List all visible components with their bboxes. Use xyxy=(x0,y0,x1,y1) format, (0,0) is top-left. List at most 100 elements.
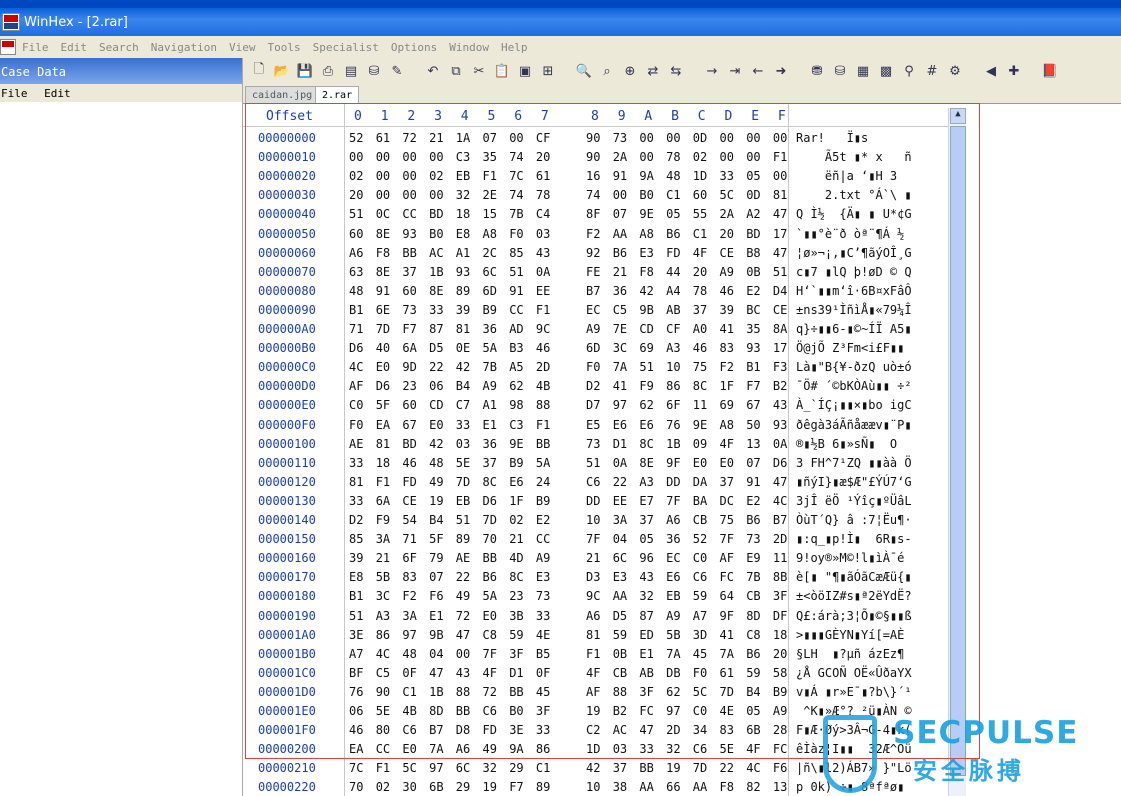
hex-byte[interactable]: 58 xyxy=(773,666,787,680)
print-icon[interactable]: ⎙ xyxy=(320,63,336,79)
hex-byte[interactable]: 44 xyxy=(666,265,680,279)
hex-byte[interactable]: 0A xyxy=(613,456,627,470)
copy-icon[interactable]: ⧉ xyxy=(448,63,464,79)
hex-byte[interactable]: CE xyxy=(720,246,734,260)
ascii-text[interactable]: 3 FH^7¹ZQ ▮▮àà Ö xyxy=(796,456,912,470)
hex-byte[interactable]: BC xyxy=(746,303,760,317)
hex-byte[interactable]: 29 xyxy=(456,780,470,794)
hex-byte[interactable]: 59 xyxy=(509,628,523,642)
hex-byte[interactable]: A1 xyxy=(483,398,497,412)
hex-byte[interactable]: DB xyxy=(666,666,680,680)
ascii-text[interactable]: ±<òöIZ#s▮ª2ëYdË? xyxy=(796,589,912,603)
back-arrow-icon[interactable]: ← xyxy=(750,63,766,79)
hex-byte[interactable]: 9C xyxy=(536,322,550,336)
menu-search[interactable]: Search xyxy=(93,41,145,54)
row-offset[interactable]: 000000C0 xyxy=(258,360,316,374)
ascii-text[interactable]: Ã5t ▮* x ñ xyxy=(796,150,912,164)
hex-byte[interactable]: B1 xyxy=(349,589,363,603)
hex-byte[interactable]: 78 xyxy=(693,284,707,298)
hex-byte[interactable]: 00 xyxy=(613,188,627,202)
hex-row[interactable]: 00000110 33 18 46 48 5E 37 B9 5A 51 0A 8E 9F E0 E0 07 D6… xyxy=(243,453,948,472)
tab-2-rar[interactable]: 2.rar xyxy=(315,86,360,105)
hex-byte[interactable]: 97 xyxy=(429,761,443,775)
hex-byte[interactable]: 72 xyxy=(483,685,497,699)
hex-byte[interactable]: D8 xyxy=(456,723,470,737)
hex-byte[interactable]: 05 xyxy=(746,169,760,183)
hex-byte[interactable]: 22 xyxy=(613,475,627,489)
row-offset[interactable]: 00000040 xyxy=(258,207,316,221)
hex-byte[interactable]: 9A xyxy=(639,169,653,183)
hex-byte[interactable]: 38 xyxy=(613,780,627,794)
hex-byte[interactable]: 8B xyxy=(773,570,787,584)
hex-byte[interactable]: 37 xyxy=(483,456,497,470)
ascii-text[interactable]: ëñ|a ‘▮H 3 xyxy=(796,169,897,183)
hex-byte[interactable]: 1B xyxy=(429,265,443,279)
hex-byte[interactable]: C1 xyxy=(693,227,707,241)
cut-icon[interactable]: ✂ xyxy=(471,63,487,79)
hex-byte[interactable]: 75 xyxy=(720,513,734,527)
hex-byte[interactable]: 03 xyxy=(456,437,470,451)
hex-byte[interactable]: 00 xyxy=(429,150,443,164)
hex-byte[interactable]: B0 xyxy=(509,704,523,718)
hex-byte[interactable]: FE xyxy=(586,265,600,279)
hex-byte[interactable]: FC xyxy=(773,742,787,756)
hex-byte[interactable]: 32 xyxy=(483,761,497,775)
undo-icon[interactable]: ↶ xyxy=(425,63,441,79)
hex-byte[interactable]: E0 xyxy=(376,360,390,374)
hex-byte[interactable]: 93 xyxy=(456,265,470,279)
hex-byte[interactable]: 35 xyxy=(746,322,760,336)
hex-byte[interactable]: 4F xyxy=(720,437,734,451)
hex-byte[interactable]: 96 xyxy=(639,551,653,565)
row-offset[interactable]: 00000000 xyxy=(258,131,316,145)
hex-byte[interactable]: CC xyxy=(536,532,550,546)
hex-byte[interactable]: 83 xyxy=(720,341,734,355)
hex-byte[interactable]: F7 xyxy=(402,322,416,336)
hex-byte[interactable]: B0 xyxy=(639,188,653,202)
row-offset[interactable]: 00000220 xyxy=(258,780,316,794)
hex-byte[interactable]: 4E xyxy=(720,704,734,718)
row-offset[interactable]: 00000090 xyxy=(258,303,316,317)
hex-byte[interactable]: 03 xyxy=(536,227,550,241)
hex-byte[interactable]: B5 xyxy=(536,647,550,661)
hex-byte[interactable]: 8D xyxy=(429,704,443,718)
hex-byte[interactable]: 8D xyxy=(746,609,760,623)
hex-byte[interactable]: 22 xyxy=(720,761,734,775)
hex-byte[interactable]: 48 xyxy=(402,647,416,661)
hex-byte[interactable]: B7 xyxy=(586,284,600,298)
row-offset[interactable]: 000000A0 xyxy=(258,322,316,336)
hex-byte[interactable]: 3F xyxy=(509,647,523,661)
hex-row[interactable]: 000000A0 71 7D F7 87 81 36 AD 9C A9 7E CD CF A0 41 35 8A… xyxy=(243,319,948,338)
hex-byte[interactable]: E3 xyxy=(536,570,550,584)
hex-byte[interactable]: B3 xyxy=(509,341,523,355)
search-icon[interactable]: ⚲ xyxy=(901,63,917,79)
hex-byte[interactable]: 75 xyxy=(693,360,707,374)
hex-byte[interactable]: CD xyxy=(639,322,653,336)
hex-byte[interactable]: 72 xyxy=(402,131,416,145)
hex-byte[interactable]: E0 xyxy=(402,742,416,756)
paste-special-icon[interactable]: ▣ xyxy=(517,63,533,79)
hex-byte[interactable]: 9E xyxy=(509,437,523,451)
scroll-up-icon[interactable]: ▲ xyxy=(950,108,966,124)
hex-byte[interactable]: 86 xyxy=(536,742,550,756)
hex-byte[interactable]: B7 xyxy=(429,723,443,737)
hex-byte[interactable]: 62 xyxy=(639,398,653,412)
hex-byte[interactable]: 81 xyxy=(773,188,787,202)
menu-file[interactable]: File xyxy=(16,41,55,54)
hex-byte[interactable]: C8 xyxy=(483,628,497,642)
tab-caidan-jpg[interactable]: caidan.jpg xyxy=(245,86,320,104)
ascii-text[interactable]: q}÷▮▮6-▮©~ÍÏ A5▮ xyxy=(796,322,912,336)
hex-byte[interactable]: 7F xyxy=(586,532,600,546)
hex-byte[interactable]: 29 xyxy=(509,761,523,775)
hex-byte[interactable]: 8C xyxy=(693,379,707,393)
hex-byte[interactable]: CE xyxy=(773,303,787,317)
hex-byte[interactable]: 60 xyxy=(402,398,416,412)
hex-byte[interactable]: 20 xyxy=(349,188,363,202)
hex-byte[interactable]: E6 xyxy=(613,418,627,432)
hex-byte[interactable]: 17 xyxy=(773,227,787,241)
hex-byte[interactable]: B9 xyxy=(509,456,523,470)
hex-byte[interactable]: E7 xyxy=(639,494,653,508)
hex-byte[interactable]: F1 xyxy=(773,150,787,164)
hex-byte[interactable]: B2 xyxy=(773,379,787,393)
hex-byte[interactable]: AD xyxy=(509,322,523,336)
hex-byte[interactable]: 3E xyxy=(349,628,363,642)
